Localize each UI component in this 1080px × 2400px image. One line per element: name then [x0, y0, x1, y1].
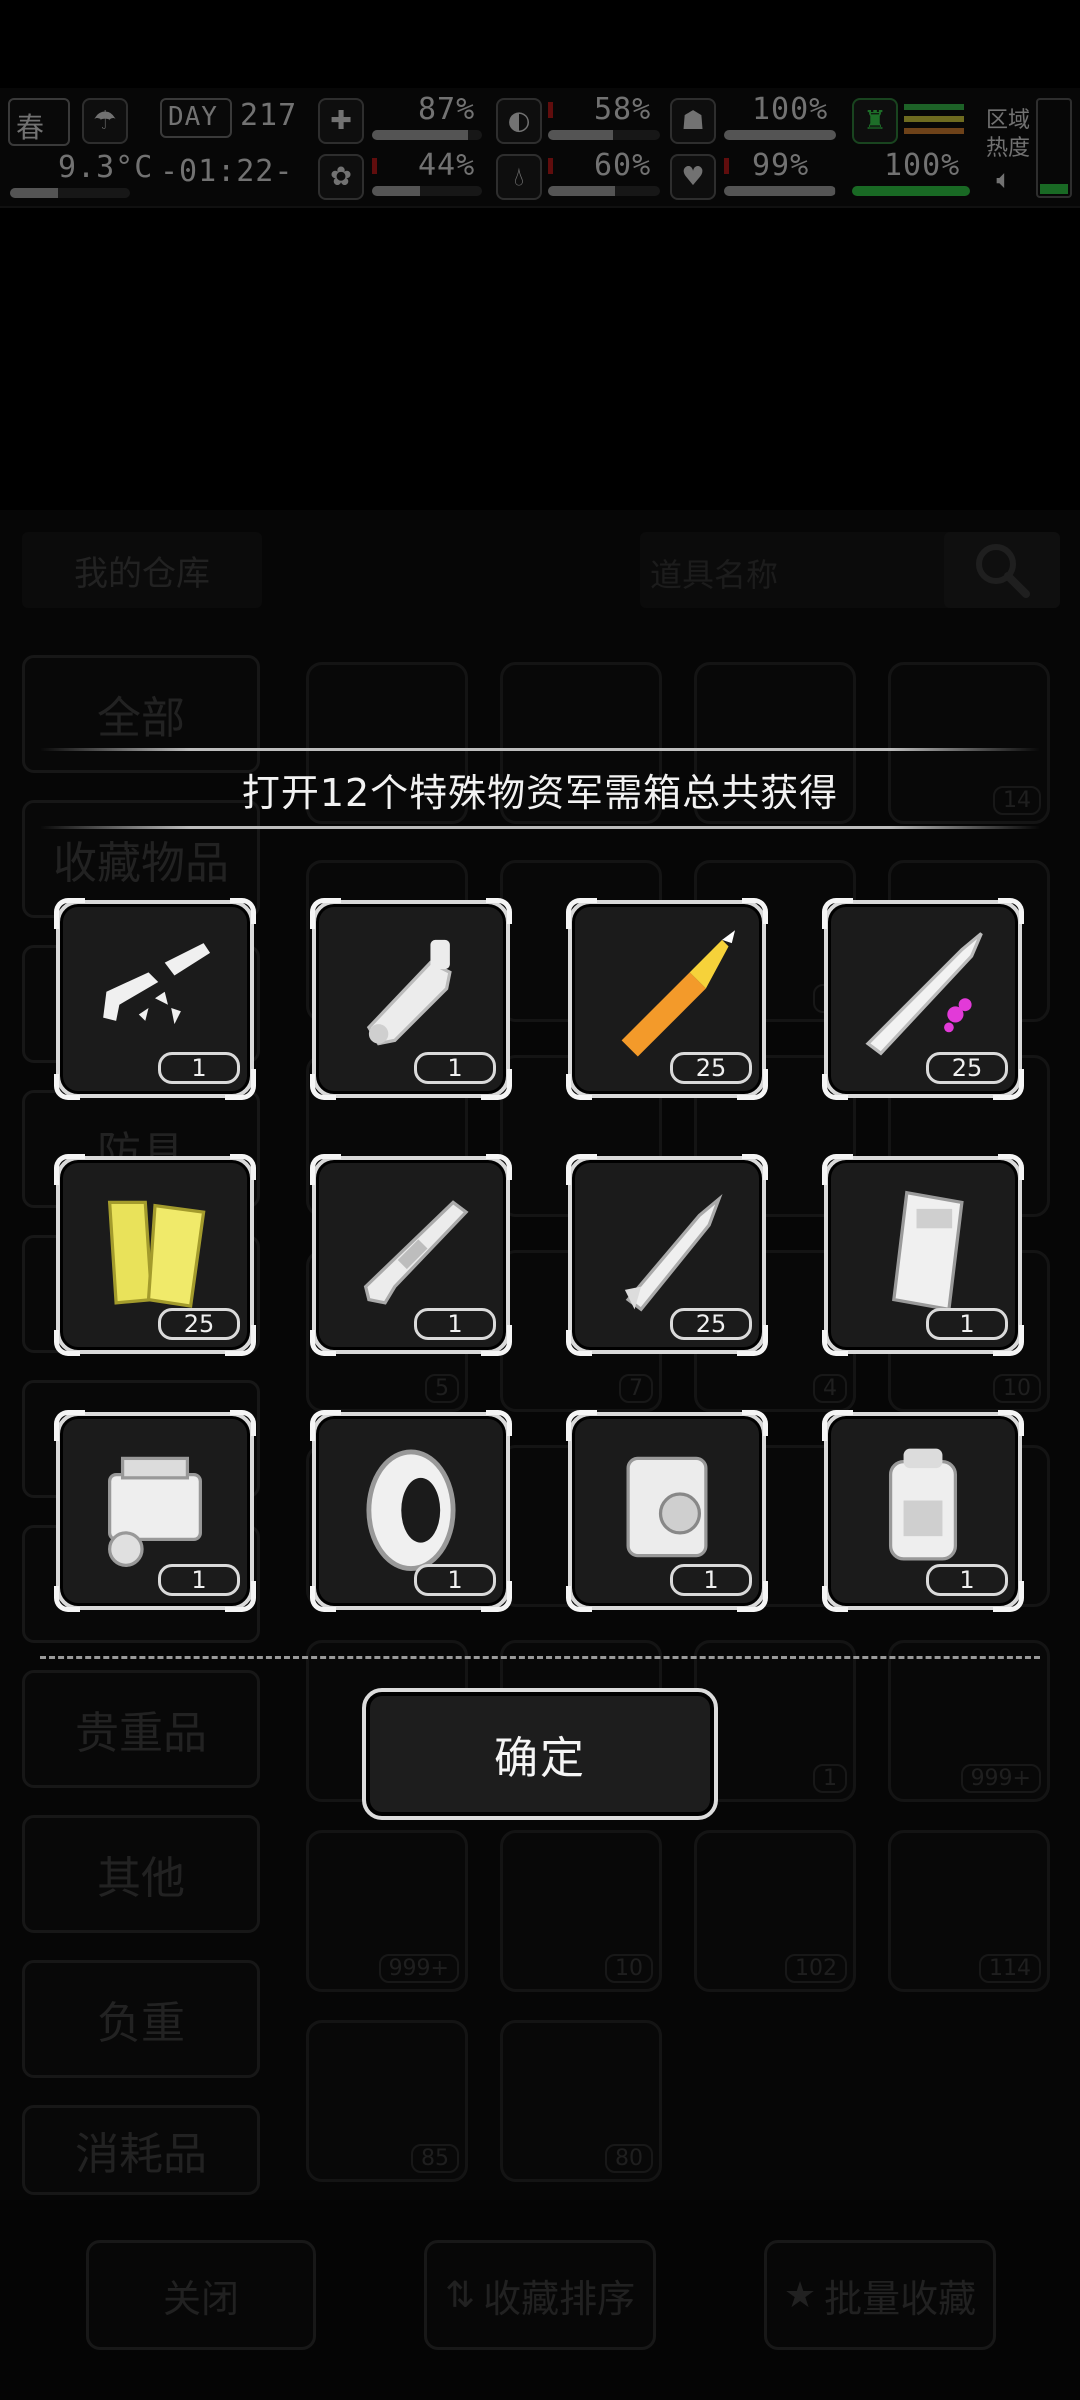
header-top-line: [40, 748, 1040, 751]
reward-item-vehicle-part[interactable]: 1: [822, 1154, 1024, 1356]
reward-item-wood[interactable]: 25: [54, 1154, 256, 1356]
header-bottom-line: [40, 826, 1040, 829]
item-quantity: 1: [414, 1052, 496, 1084]
reward-item-weapon-parts[interactable]: 1: [54, 898, 256, 1100]
reward-item-tire[interactable]: 1: [310, 1410, 512, 1612]
confirm-button[interactable]: 确定: [362, 1688, 718, 1820]
item-quantity: 1: [670, 1564, 752, 1596]
item-quantity: 25: [670, 1052, 752, 1084]
reward-item-backpack[interactable]: 1: [822, 1410, 1024, 1612]
reward-item-engine-block[interactable]: 1: [566, 1410, 768, 1612]
popup-divider: [40, 1656, 1040, 1659]
item-quantity: 1: [414, 1308, 496, 1340]
reward-item-rpg[interactable]: 25: [566, 1154, 768, 1356]
reward-item-orange-shell[interactable]: 25: [566, 898, 768, 1100]
item-quantity: 25: [158, 1308, 240, 1340]
item-quantity: 1: [158, 1052, 240, 1084]
item-quantity: 1: [926, 1564, 1008, 1596]
item-quantity: 1: [414, 1564, 496, 1596]
item-quantity: 1: [158, 1564, 240, 1596]
reward-title: 打开12个特殊物资军需箱总共获得: [241, 771, 839, 815]
item-quantity: 25: [926, 1052, 1008, 1084]
reward-item-engine[interactable]: 1: [54, 1410, 256, 1612]
reward-header: 打开12个特殊物资军需箱总共获得: [40, 748, 1040, 830]
reward-item-flamethrower[interactable]: 1: [310, 898, 512, 1100]
reward-item-shotgun[interactable]: 1: [310, 1154, 512, 1356]
reward-item-rifle-bullet[interactable]: 25: [822, 898, 1024, 1100]
item-quantity: 25: [670, 1308, 752, 1340]
item-quantity: 1: [926, 1308, 1008, 1340]
